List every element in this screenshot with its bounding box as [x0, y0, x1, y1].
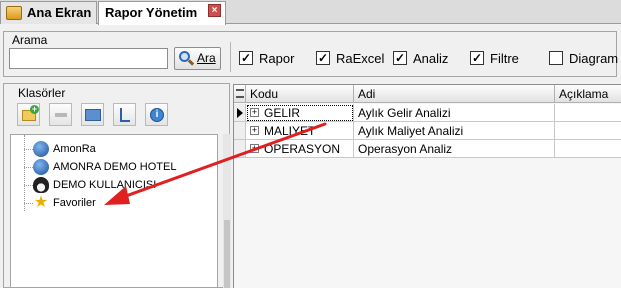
expand-icon[interactable]: +: [250, 126, 259, 135]
row-indicator: [234, 104, 246, 122]
cell-aciklama[interactable]: [555, 140, 621, 158]
filter-analiz-label: Analiz: [413, 51, 449, 66]
table-row[interactable]: + GELIR Aylık Gelir Analizi: [234, 104, 621, 122]
current-row-icon: [237, 108, 243, 118]
tab-ana-ekran-label: Ana Ekran: [27, 5, 92, 20]
tab-rapor-yonetim[interactable]: Rapor Yönetim: [98, 1, 226, 25]
cell-kodu-text: OPERASYON: [264, 142, 341, 156]
filter-filtre-label: Filtre: [490, 51, 519, 66]
expand-icon[interactable]: +: [250, 108, 259, 117]
table-row[interactable]: + OPERASYON Operasyon Analiz: [234, 140, 621, 158]
folders-group-title: Klasörler: [18, 86, 66, 100]
folder-tree: AmonRa AMONRA DEMO HOTEL DEMO KULLANICIS…: [10, 134, 218, 288]
tree-scrollbar[interactable]: [223, 134, 231, 288]
search-button[interactable]: Ara: [174, 47, 221, 70]
column-header-adi[interactable]: Adi: [354, 85, 555, 103]
tab-rapor-yonetim-label: Rapor Yönetim: [105, 5, 198, 20]
table-row[interactable]: + MALIYET Aylık Maliyet Analizi: [234, 122, 621, 140]
cell-aciklama[interactable]: [555, 104, 621, 122]
close-icon[interactable]: ×: [208, 4, 221, 17]
cell-adi[interactable]: Aylık Maliyet Analizi: [354, 122, 555, 140]
filter-rapor-checkbox[interactable]: ✓ Rapor: [239, 51, 294, 67]
filter-raexcel-label: RaExcel: [336, 51, 385, 66]
star-icon: ★: [33, 194, 49, 211]
tree-item-label: AmonRa: [53, 143, 96, 155]
cell-aciklama[interactable]: [555, 122, 621, 140]
search-group-title: Arama: [12, 33, 48, 47]
tree-item-favoriler[interactable]: ★ Favoriler: [33, 195, 96, 211]
cell-kodu-text: GELIR: [264, 106, 301, 120]
filter-diagram-label: Diagram: [569, 51, 619, 66]
filter-diagram-checkbox[interactable]: Diagram: [549, 51, 618, 67]
remove-icon: [55, 113, 67, 117]
info-button[interactable]: i: [145, 103, 168, 126]
add-folder-button[interactable]: +: [17, 103, 40, 126]
tree-item-amonra[interactable]: AmonRa: [33, 141, 96, 157]
cell-kodu[interactable]: + MALIYET: [246, 122, 354, 140]
user-icon: [33, 177, 49, 193]
grid-header-indicator[interactable]: [234, 85, 246, 103]
folder-icon: [85, 109, 101, 121]
tree-item-label: DEMO KULLANICISI: [53, 179, 157, 191]
column-header-aciklama[interactable]: Açıklama: [555, 85, 621, 103]
globe-icon: [33, 141, 49, 157]
tree-item-label: AMONRA DEMO HOTEL: [53, 161, 177, 173]
tree-item-label: Favoriler: [53, 197, 96, 209]
cell-kodu[interactable]: + GELIR: [246, 104, 354, 122]
check-icon: ✓: [316, 51, 330, 65]
check-icon: ✓: [393, 51, 407, 65]
info-icon: i: [150, 108, 164, 122]
search-input[interactable]: [9, 48, 168, 69]
column-chooser-icon: [236, 89, 244, 98]
filter-rapor-label: Rapor: [259, 51, 295, 66]
cell-adi[interactable]: Operasyon Analiz: [354, 140, 555, 158]
check-icon: ✓: [239, 51, 253, 65]
scrollbar-thumb[interactable]: [224, 220, 230, 288]
divider: [230, 42, 231, 72]
search-button-label: Ara: [197, 51, 216, 65]
filter-filtre-checkbox[interactable]: ✓ Filtre: [470, 51, 519, 67]
tree-icon: [120, 108, 130, 122]
row-indicator: [234, 122, 246, 140]
tree-item-demo-kullanicisi[interactable]: DEMO KULLANICISI: [33, 177, 156, 193]
filter-analiz-checkbox[interactable]: ✓ Analiz: [393, 51, 448, 67]
filter-raexcel-checkbox[interactable]: ✓ RaExcel: [316, 51, 384, 67]
cell-kodu[interactable]: + OPERASYON: [246, 140, 354, 158]
expand-icon[interactable]: +: [250, 144, 259, 153]
folder-button[interactable]: [81, 103, 104, 126]
tree-item-amonra-demo-hotel[interactable]: AMONRA DEMO HOTEL: [33, 159, 176, 175]
row-indicator: [234, 140, 246, 158]
tab-ana-ekran[interactable]: Ana Ekran: [0, 1, 97, 24]
remove-button[interactable]: [49, 103, 72, 126]
column-header-kodu[interactable]: Kodu: [246, 85, 354, 103]
check-icon: ✓: [470, 51, 484, 65]
tree-button[interactable]: [113, 103, 136, 126]
home-icon: [6, 6, 22, 20]
globe-icon: [33, 159, 49, 175]
cell-kodu-text: MALIYET: [264, 124, 316, 138]
checkbox-empty-icon: [549, 51, 563, 65]
cell-adi[interactable]: Aylık Gelir Analizi: [354, 104, 555, 122]
